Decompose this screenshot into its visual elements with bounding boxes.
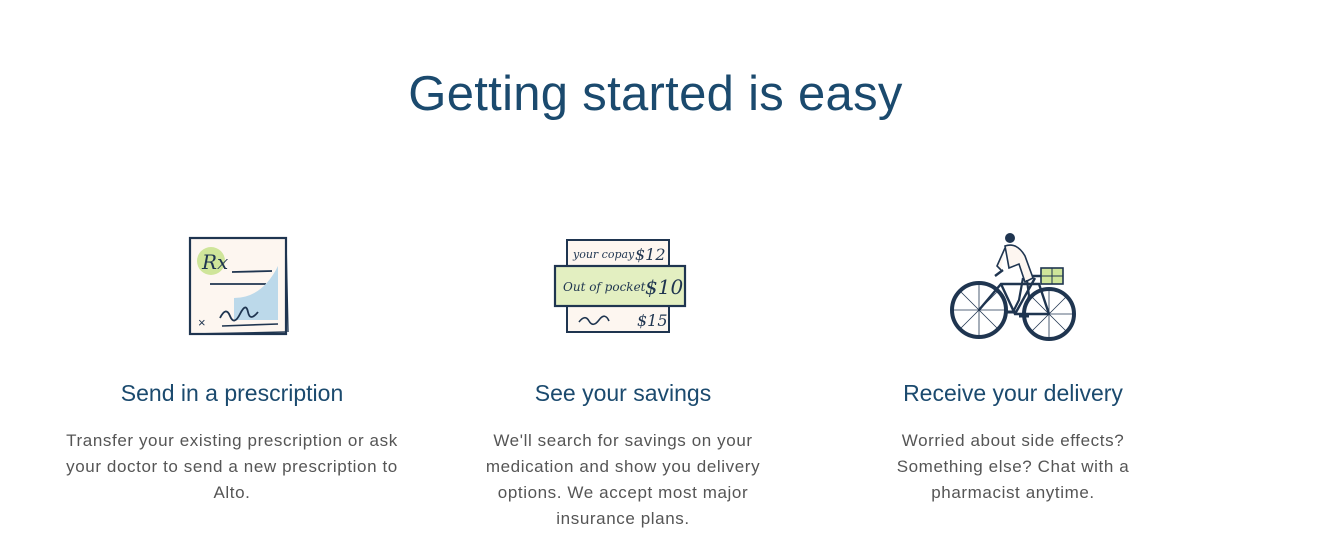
signature-x-mark: × xyxy=(198,315,206,330)
step-title: Send in a prescription xyxy=(120,380,344,406)
step-send-prescription: Rx × Send in a prescription Transfer you… xyxy=(52,226,412,506)
step-description: We'll search for savings on your medicat… xyxy=(485,431,761,528)
copay-value: $12 xyxy=(635,245,666,264)
getting-started-section: Getting started is easy Rx × Send in a p… xyxy=(0,0,1325,553)
step-receive-delivery: Receive your delivery Worried about side… xyxy=(833,226,1193,506)
step-title: Receive your delivery xyxy=(903,380,1123,406)
bicycle-delivery-icon xyxy=(950,233,1076,341)
prescription-icon: Rx × xyxy=(188,236,289,336)
copay-label: your copay xyxy=(572,248,635,261)
savings-icon: your copay $12 $15 Out of pocket $10 xyxy=(553,239,687,333)
third-value: $15 xyxy=(637,311,668,330)
out-of-pocket-label: Out of pocket xyxy=(563,280,646,294)
step-description: Transfer your existing prescription or a… xyxy=(66,431,398,502)
step-description: Worried about side effects? Something el… xyxy=(896,431,1130,502)
rx-label: Rx xyxy=(201,250,228,274)
step-title: See your savings xyxy=(534,380,712,406)
out-of-pocket-value: $10 xyxy=(645,275,683,299)
section-heading: Getting started is easy xyxy=(408,67,903,121)
step-see-savings: your copay $12 $15 Out of pocket $10 See… xyxy=(443,226,803,532)
